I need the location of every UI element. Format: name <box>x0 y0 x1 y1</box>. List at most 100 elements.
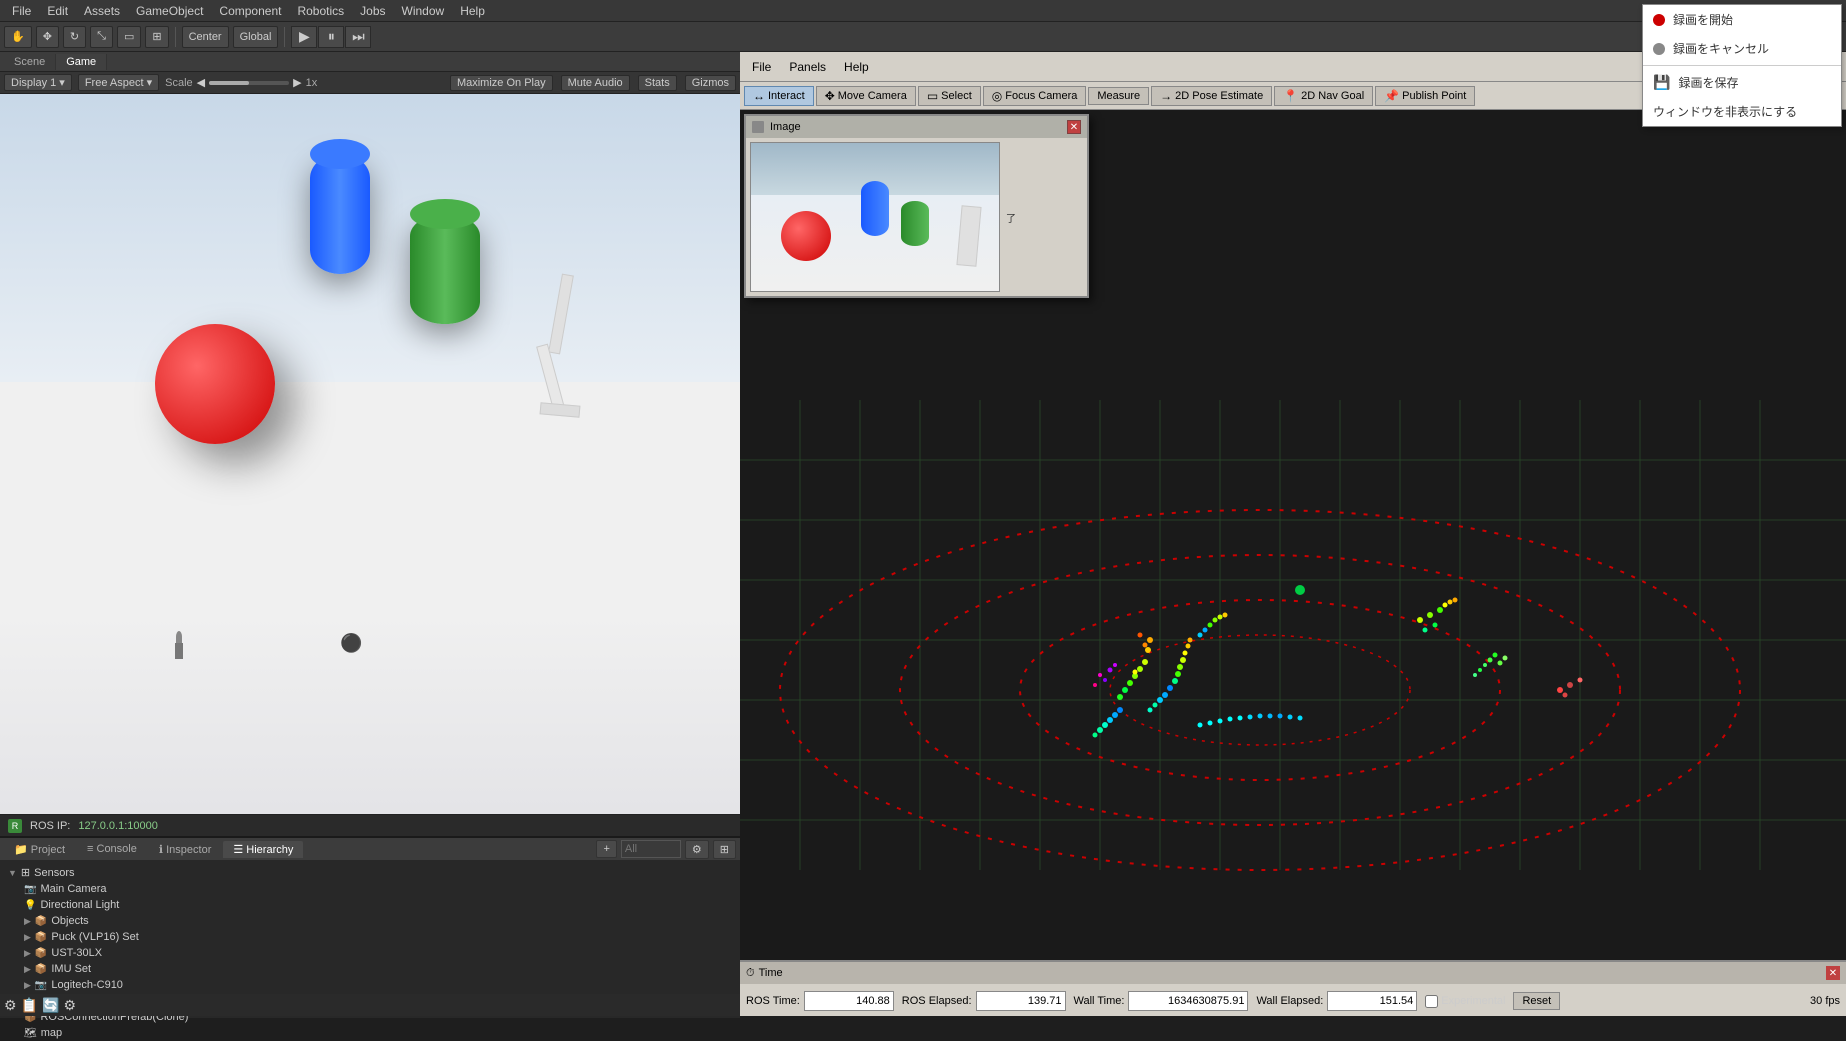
scale-right-arrow: ▶ <box>293 76 301 89</box>
rviz-menu-file[interactable]: File <box>744 58 779 76</box>
stats-btn[interactable]: Stats <box>638 75 677 91</box>
time-panel-close-btn[interactable]: ✕ <box>1826 966 1840 980</box>
objects-icon: 📦 <box>35 916 47 927</box>
pose-estimate-tool[interactable]: → 2D Pose Estimate <box>1151 86 1272 106</box>
puck-icon: 📦 <box>35 932 47 943</box>
robot-icon: ⚫ <box>340 633 362 654</box>
hierarchy-tab[interactable]: ☰ Hierarchy <box>223 841 303 858</box>
experimental-checkbox[interactable] <box>1425 995 1438 1008</box>
select-tool[interactable]: ▭ Select <box>918 86 981 106</box>
pause-button[interactable]: ⏸ <box>318 26 344 48</box>
add-hierarchy-btn[interactable]: + <box>596 840 616 858</box>
menu-file[interactable]: File <box>4 2 39 20</box>
recording-save[interactable]: 💾 録画を保存 <box>1643 68 1841 97</box>
menu-component[interactable]: Component <box>211 2 289 20</box>
game-viewport: ⚫ <box>0 94 740 814</box>
list-item[interactable]: ▶ 📦 Puck (VLP16) Set <box>4 929 736 945</box>
list-item[interactable]: 💡 Directional Light <box>4 897 736 913</box>
game-tab[interactable]: Game <box>56 54 107 70</box>
light-icon: 💡 <box>24 900 36 911</box>
list-item[interactable]: ▶ 📦 IMU Set <box>4 961 736 977</box>
publish-point-tool[interactable]: 📌 Publish Point <box>1375 86 1475 106</box>
menu-jobs[interactable]: Jobs <box>352 2 393 20</box>
bottom-icon-3[interactable]: 🔄 <box>42 997 59 1014</box>
menu-robotics[interactable]: Robotics <box>289 2 352 20</box>
project-tab[interactable]: 📁 Project <box>4 841 75 858</box>
wall-time-input[interactable] <box>1128 991 1248 1011</box>
scale-fill <box>209 81 249 85</box>
scene-canvas: ⚫ <box>0 94 740 814</box>
bottom-icon-1[interactable]: ⚙ <box>4 997 17 1014</box>
inspector-tab[interactable]: ℹ Inspector <box>149 841 222 858</box>
menu-help[interactable]: Help <box>452 2 493 20</box>
main-area: Scene Game Display 1 ▾ Free Aspect ▾ Sca… <box>0 52 1846 1016</box>
point-cloud-far <box>1557 678 1583 698</box>
focus-camera-tool[interactable]: ◎ Focus Camera <box>983 86 1087 106</box>
move-camera-tool[interactable]: ✥ Move Camera <box>816 86 916 106</box>
center-btn[interactable]: Center <box>182 26 229 48</box>
hierarchy-icon-root: ⊞ <box>21 866 30 879</box>
bottom-expand-btn[interactable]: ⊞ <box>713 840 736 859</box>
list-item[interactable]: ▶ 📷 Logitech-C910 <box>4 977 736 993</box>
scale-track[interactable] <box>209 81 289 85</box>
time-reset-btn[interactable]: Reset <box>1513 992 1560 1010</box>
recording-start[interactable]: 録画を開始 <box>1643 5 1841 34</box>
publish-point-icon: 📌 <box>1384 89 1399 103</box>
interact-tool[interactable]: ↔ Interact <box>744 86 814 106</box>
scale-label: Scale <box>165 77 193 89</box>
menu-assets[interactable]: Assets <box>76 2 128 20</box>
recording-cancel[interactable]: 録画をキャンセル <box>1643 34 1841 63</box>
recording-dot-inactive <box>1653 43 1665 55</box>
bottom-settings-btn[interactable]: ⚙ <box>685 840 709 859</box>
left-panel: Scene Game Display 1 ▾ Free Aspect ▾ Sca… <box>0 52 740 1016</box>
image-popup-close-btn[interactable]: ✕ <box>1067 120 1081 134</box>
step-button[interactable]: ⏭ <box>345 26 371 48</box>
console-tab[interactable]: ≡ Console <box>77 841 147 857</box>
unity-toolbar: ✋ ✥ ↻ ⤡ ▭ ⊞ Center Global ▶ ⏸ ⏭ Account … <box>0 22 1846 52</box>
move-tool-btn[interactable]: ✥ <box>36 26 59 48</box>
scale-tool-btn[interactable]: ⤡ <box>90 26 113 48</box>
gizmos-btn[interactable]: Gizmos <box>685 75 736 91</box>
rviz-menu-help[interactable]: Help <box>836 58 877 76</box>
measure-tool[interactable]: Measure <box>1088 87 1149 105</box>
rect-tool-btn[interactable]: ▭ <box>117 26 141 48</box>
hierarchy-search[interactable] <box>621 840 681 858</box>
bottom-tabs: 📁 Project ≡ Console ℹ Inspector ☰ Hierar… <box>0 838 740 860</box>
scene-tab[interactable]: Scene <box>4 54 56 70</box>
recording-dropdown: 録画を開始 録画をキャンセル 💾 録画を保存 ウィンドウを非表示にする <box>1642 4 1842 127</box>
recording-hide[interactable]: ウィンドウを非表示にする <box>1643 97 1841 126</box>
ros-elapsed-input[interactable] <box>976 991 1066 1011</box>
rviz-3d-viewport[interactable]: Image ✕ 了 <box>740 110 1846 960</box>
rviz-menu-panels[interactable]: Panels <box>781 58 834 76</box>
thumb-sphere <box>781 211 831 261</box>
bottom-icon-4[interactable]: ⚙ <box>63 997 76 1014</box>
hierarchy-root-item[interactable]: ▼ ⊞ Sensors <box>4 864 736 881</box>
ros-time-field: ROS Time: <box>746 991 894 1011</box>
hierarchy-icon: ☰ <box>233 844 243 856</box>
hand-tool-btn[interactable]: ✋ <box>4 26 32 48</box>
ros-time-input[interactable] <box>804 991 894 1011</box>
menu-gameobject[interactable]: GameObject <box>128 2 211 20</box>
unity-menubar: File Edit Assets GameObject Component Ro… <box>0 0 1846 22</box>
toolbar-divider-2 <box>284 27 285 47</box>
list-item[interactable]: 📷 Main Camera <box>4 881 736 897</box>
view-tabs: Scene Game <box>0 52 740 72</box>
logitech-arrow: ▶ <box>24 980 31 991</box>
menu-window[interactable]: Window <box>394 2 453 20</box>
maximize-btn[interactable]: Maximize On Play <box>450 75 553 91</box>
ros-ip-bar: R ROS IP: 127.0.0.1:10000 <box>0 814 740 836</box>
list-item[interactable]: ▶ 📦 Objects <box>4 913 736 929</box>
global-btn[interactable]: Global <box>233 26 279 48</box>
play-button[interactable]: ▶ <box>291 26 317 48</box>
transform-tool-btn[interactable]: ⊞ <box>145 26 168 48</box>
list-item[interactable]: 🗺 map <box>4 1025 736 1041</box>
bottom-icon-2[interactable]: 📋 <box>21 997 38 1014</box>
aspect-btn[interactable]: Free Aspect ▾ <box>78 74 159 91</box>
display-btn[interactable]: Display 1 ▾ <box>4 74 72 91</box>
wall-elapsed-input[interactable] <box>1327 991 1417 1011</box>
mute-btn[interactable]: Mute Audio <box>561 75 630 91</box>
nav-goal-tool[interactable]: 📍 2D Nav Goal <box>1274 86 1373 106</box>
rotate-tool-btn[interactable]: ↻ <box>63 26 86 48</box>
menu-edit[interactable]: Edit <box>39 2 76 20</box>
list-item[interactable]: ▶ 📦 UST-30LX <box>4 945 736 961</box>
